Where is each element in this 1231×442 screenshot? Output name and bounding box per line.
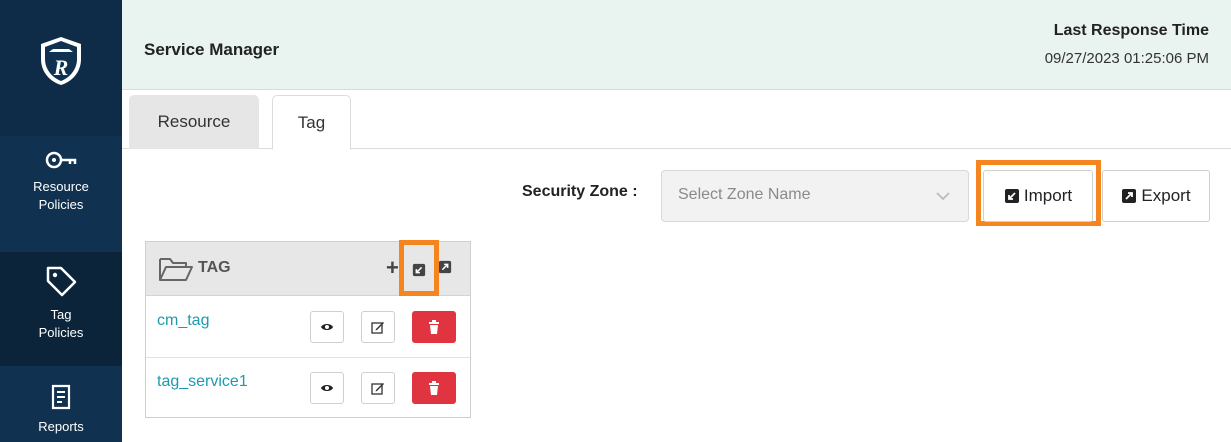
export-label: Export — [1141, 186, 1191, 205]
key-icon — [45, 151, 77, 169]
security-zone-label: Security Zone : — [522, 183, 638, 200]
panel-title: TAG — [198, 259, 231, 276]
delete-button[interactable] — [412, 372, 456, 404]
export-button[interactable]: Export — [1102, 170, 1210, 222]
report-icon — [51, 384, 71, 410]
sidebar-item-label: Policies — [38, 197, 84, 212]
service-row: tag_service1 — [146, 358, 470, 419]
edit-button[interactable] — [361, 372, 395, 404]
ranger-logo[interactable]: R — [38, 35, 84, 87]
service-row: cm_tag — [146, 297, 470, 358]
edit-button[interactable] — [361, 311, 395, 343]
tag-icon — [46, 266, 77, 297]
delete-button[interactable] — [412, 311, 456, 343]
zone-placeholder: Select Zone Name — [678, 186, 811, 203]
sidebar-item-label: Tag — [50, 307, 72, 322]
export-service-icon[interactable] — [438, 260, 452, 274]
eye-icon — [321, 324, 333, 330]
last-response-label: Last Response Time — [1053, 22, 1209, 39]
edit-icon — [371, 322, 384, 334]
view-button[interactable] — [310, 311, 344, 343]
service-link[interactable]: tag_service1 — [157, 373, 248, 391]
sidebar: R Resource Policies Tag Policies Reports — [0, 0, 122, 442]
import-label: Import — [1023, 186, 1073, 205]
view-button[interactable] — [310, 372, 344, 404]
folder-icon — [159, 258, 193, 281]
last-response-value: 09/27/2023 01:25:06 PM — [1044, 50, 1209, 67]
logo-area: R — [0, 0, 122, 136]
sidebar-item-label: Resource — [33, 179, 89, 194]
sidebar-item-label: Policies — [38, 325, 84, 340]
import-button[interactable]: Import — [983, 170, 1093, 222]
tab-resource[interactable]: Resource — [129, 95, 259, 149]
export-icon — [1122, 189, 1137, 203]
sidebar-item-reports[interactable]: Reports — [0, 366, 122, 442]
svg-text:R: R — [53, 55, 69, 80]
sidebar-item-label: Reports — [38, 419, 84, 434]
highlight-import-service — [399, 240, 439, 296]
tab-bar: Resource Tag — [122, 90, 1231, 150]
chevron-down-icon — [936, 192, 950, 201]
trash-icon — [429, 381, 439, 395]
import-icon — [1004, 189, 1019, 203]
security-zone-select[interactable]: Select Zone Name — [661, 170, 969, 222]
sidebar-item-tag-policies[interactable]: Tag Policies — [0, 252, 122, 366]
trash-icon — [429, 320, 439, 334]
tab-tag[interactable]: Tag — [272, 95, 351, 150]
sidebar-item-resource-policies[interactable]: Resource Policies — [0, 136, 122, 252]
page-header: Service Manager Last Response Time 09/27… — [122, 0, 1231, 90]
plus-icon[interactable]: + — [386, 257, 399, 279]
edit-icon — [371, 383, 384, 395]
page-title: Service Manager — [144, 40, 280, 59]
service-link[interactable]: cm_tag — [157, 312, 209, 330]
eye-icon — [321, 385, 333, 391]
